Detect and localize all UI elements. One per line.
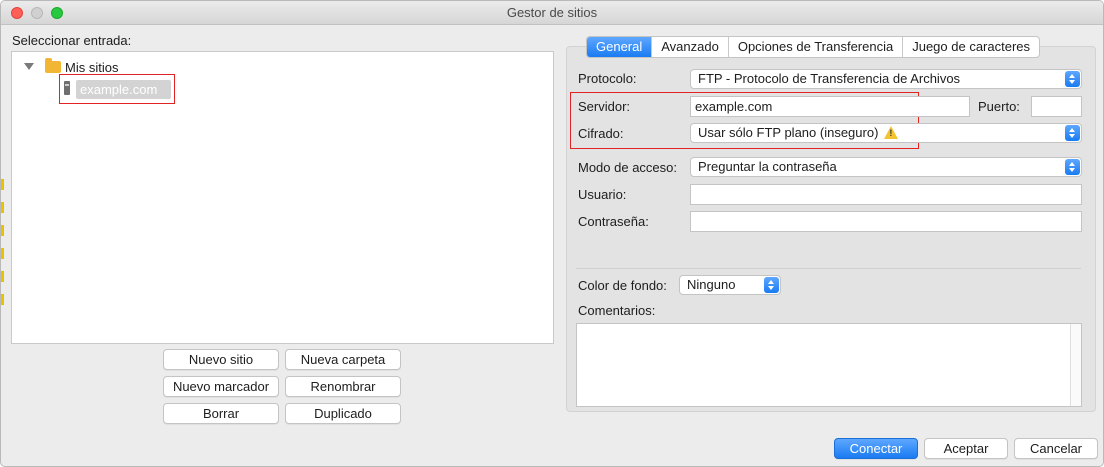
dropdown-stepper-icon: [1065, 159, 1080, 175]
annotation-box-site: [59, 74, 175, 104]
background-color-label: Color de fondo:: [578, 278, 667, 293]
access-mode-label: Modo de acceso:: [578, 160, 678, 175]
tab-bar: General Avanzado Opciones de Transferenc…: [586, 36, 1041, 58]
tab-transfer-options[interactable]: Opciones de Transferencia: [727, 37, 902, 57]
site-manager-window: Gestor de sitios Seleccionar entrada: Mi…: [0, 0, 1104, 467]
user-label: Usuario:: [578, 187, 627, 202]
encryption-label: Cifrado:: [578, 126, 624, 141]
duplicate-button[interactable]: Duplicado: [285, 403, 401, 424]
rename-button[interactable]: Renombrar: [285, 376, 401, 397]
dropdown-stepper-icon: [764, 277, 779, 293]
protocol-value: FTP - Protocolo de Transferencia de Arch…: [698, 71, 961, 86]
comments-label: Comentarios:: [578, 303, 656, 318]
background-color-select[interactable]: Ninguno: [679, 275, 781, 295]
edge-marks: [1, 179, 5, 317]
new-bookmark-button[interactable]: Nuevo marcador: [163, 376, 279, 397]
tree-root-mis-sitios[interactable]: Mis sitios: [65, 60, 118, 75]
server-label: Servidor:: [578, 99, 631, 114]
protocol-select[interactable]: FTP - Protocolo de Transferencia de Arch…: [690, 69, 1082, 89]
protocol-label: Protocolo:: [578, 71, 637, 86]
comments-textarea[interactable]: [576, 323, 1082, 407]
password-label: Contraseña:: [578, 214, 649, 229]
dropdown-stepper-icon: [1065, 125, 1080, 141]
access-mode-select[interactable]: Preguntar la contraseña: [690, 157, 1082, 177]
new-site-button[interactable]: Nuevo sitio: [163, 349, 279, 370]
background-color-value: Ninguno: [687, 277, 736, 292]
access-mode-value: Preguntar la contraseña: [698, 159, 837, 174]
tab-general[interactable]: General: [587, 37, 652, 57]
user-input[interactable]: [690, 184, 1082, 205]
warning-icon: !: [884, 126, 899, 139]
connect-button[interactable]: Conectar: [834, 438, 918, 459]
cancel-button[interactable]: Cancelar: [1014, 438, 1098, 459]
delete-button[interactable]: Borrar: [163, 403, 279, 424]
port-label: Puerto:: [978, 99, 1020, 114]
ok-button[interactable]: Aceptar: [924, 438, 1008, 459]
dropdown-stepper-icon: [1065, 71, 1080, 87]
tab-advanced[interactable]: Avanzado: [651, 37, 728, 57]
folder-icon: [45, 58, 61, 73]
server-input[interactable]: example.com: [690, 96, 970, 117]
tab-charset[interactable]: Juego de caracteres: [902, 37, 1039, 57]
select-entry-label: Seleccionar entrada:: [12, 33, 132, 48]
new-folder-button[interactable]: Nueva carpeta: [285, 349, 401, 370]
window-title: Gestor de sitios: [506, 5, 598, 20]
port-input[interactable]: [1031, 96, 1082, 117]
comments-scrollbar[interactable]: [1070, 324, 1081, 406]
title-bar: Gestor de sitios: [1, 1, 1103, 25]
encryption-value: Usar sólo FTP plano (inseguro): [698, 125, 879, 140]
separator: [576, 268, 1081, 269]
encryption-select[interactable]: Usar sólo FTP plano (inseguro)!: [690, 123, 1082, 143]
disclosure-triangle-icon[interactable]: [24, 63, 34, 70]
password-input[interactable]: [690, 211, 1082, 232]
